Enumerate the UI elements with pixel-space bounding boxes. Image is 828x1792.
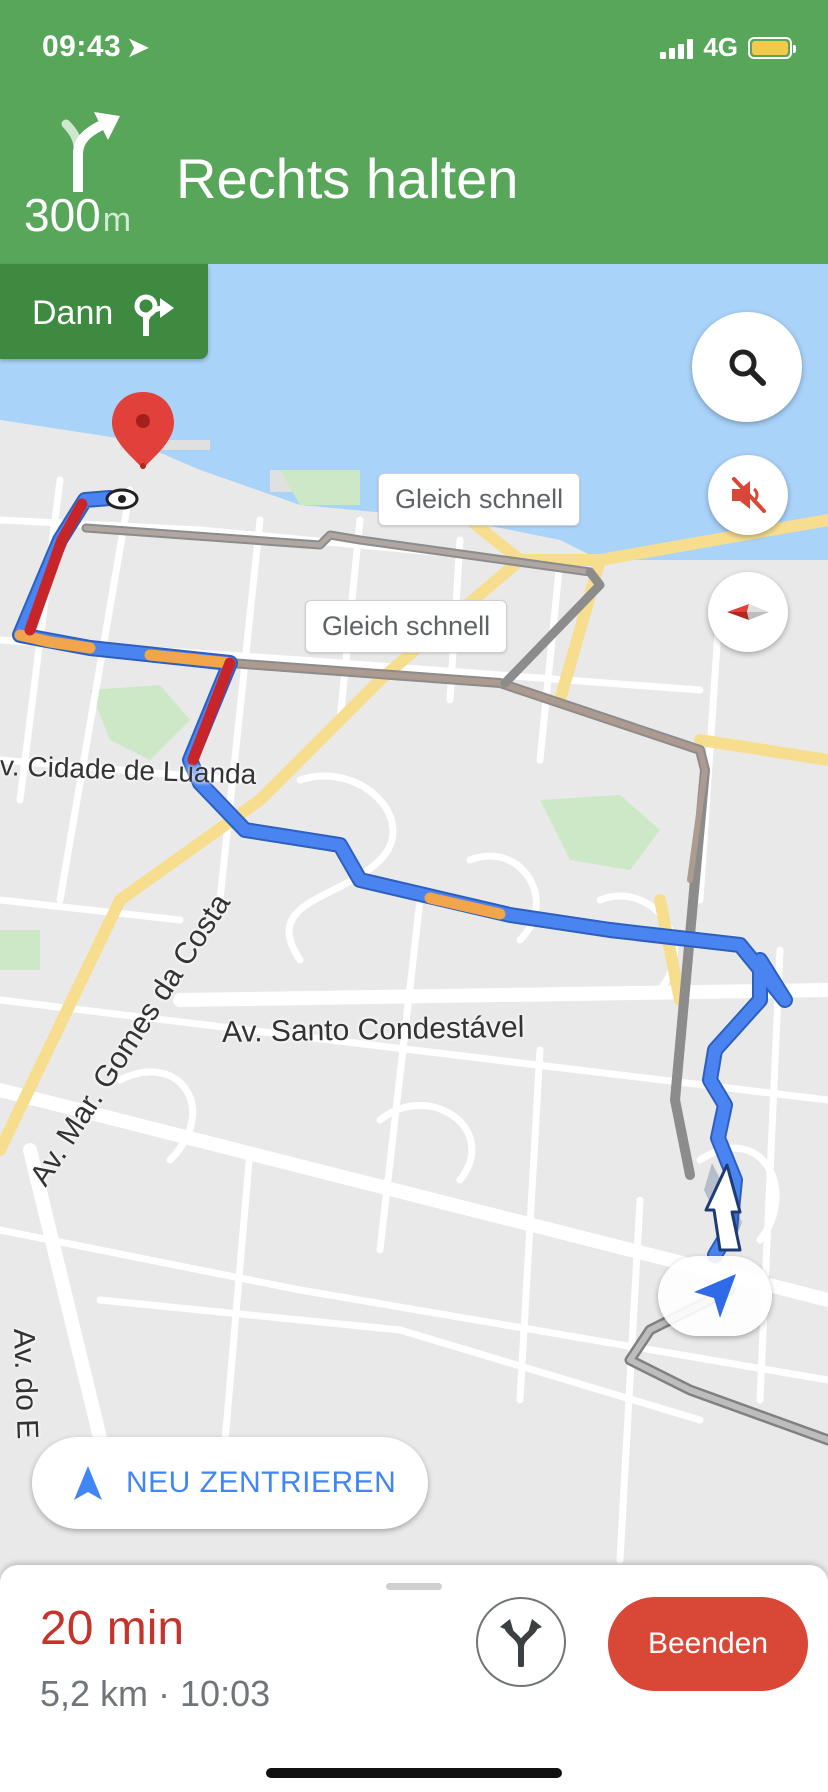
distance-value: 300 xyxy=(24,189,101,241)
recenter-button[interactable]: NEU ZENTRIEREN xyxy=(32,1437,428,1529)
alternative-routes-button[interactable] xyxy=(476,1597,566,1687)
route-callout[interactable]: Gleich schnell xyxy=(378,473,581,526)
recenter-label: NEU ZENTRIEREN xyxy=(126,1466,397,1499)
then-label: Dann xyxy=(32,294,114,332)
compass-icon xyxy=(727,604,769,620)
current-location-marker[interactable] xyxy=(658,1256,772,1336)
status-time: 09:43 xyxy=(42,30,122,63)
home-indicator[interactable] xyxy=(266,1768,562,1778)
trip-summary-sheet[interactable]: 20 min 5,2 km · 10:03 Beenden xyxy=(0,1565,828,1792)
keep-right-icon xyxy=(61,112,120,192)
fork-routes-icon xyxy=(500,1619,542,1667)
turn-right-icon xyxy=(134,294,174,336)
signal-icon xyxy=(660,37,694,59)
battery-icon xyxy=(748,36,796,59)
volume-off-icon xyxy=(732,477,766,513)
network-type: 4G xyxy=(703,32,738,62)
eta-duration: 20 min xyxy=(40,1602,185,1655)
navigation-banner: 09:43 ➤ 4G 300m Rechts halten xyxy=(0,0,828,264)
sheet-handle[interactable] xyxy=(386,1583,442,1590)
search-icon xyxy=(729,349,766,386)
search-button[interactable] xyxy=(692,312,802,422)
street-label: Av. Santo Condestável xyxy=(221,1010,525,1049)
navigation-arrow-icon xyxy=(694,1274,736,1318)
route-callout-label: Gleich schnell xyxy=(322,611,491,641)
next-maneuver-box[interactable]: Dann xyxy=(0,264,208,359)
status-bar-right: 4G xyxy=(660,32,796,63)
street-label: Av. do E xyxy=(7,1328,44,1440)
end-navigation-button[interactable]: Beenden xyxy=(608,1597,808,1691)
route-callout-label: Gleich schnell xyxy=(395,484,564,514)
mute-button[interactable] xyxy=(708,455,788,535)
eta-details: 5,2 km · 10:03 xyxy=(40,1673,271,1714)
compass-button[interactable] xyxy=(708,572,788,652)
distance-to-turn: 300m xyxy=(24,188,131,242)
turn-instruction: Rechts halten xyxy=(176,147,519,210)
navigation-arrow-icon xyxy=(74,1466,102,1500)
location-arrow-icon: ➤ xyxy=(127,32,150,62)
status-bar-time: 09:43 ➤ xyxy=(42,30,150,64)
destination-marker xyxy=(105,488,139,510)
distance-unit: m xyxy=(102,201,132,239)
park-area xyxy=(0,930,40,970)
route-callout[interactable]: Gleich schnell xyxy=(305,600,508,653)
